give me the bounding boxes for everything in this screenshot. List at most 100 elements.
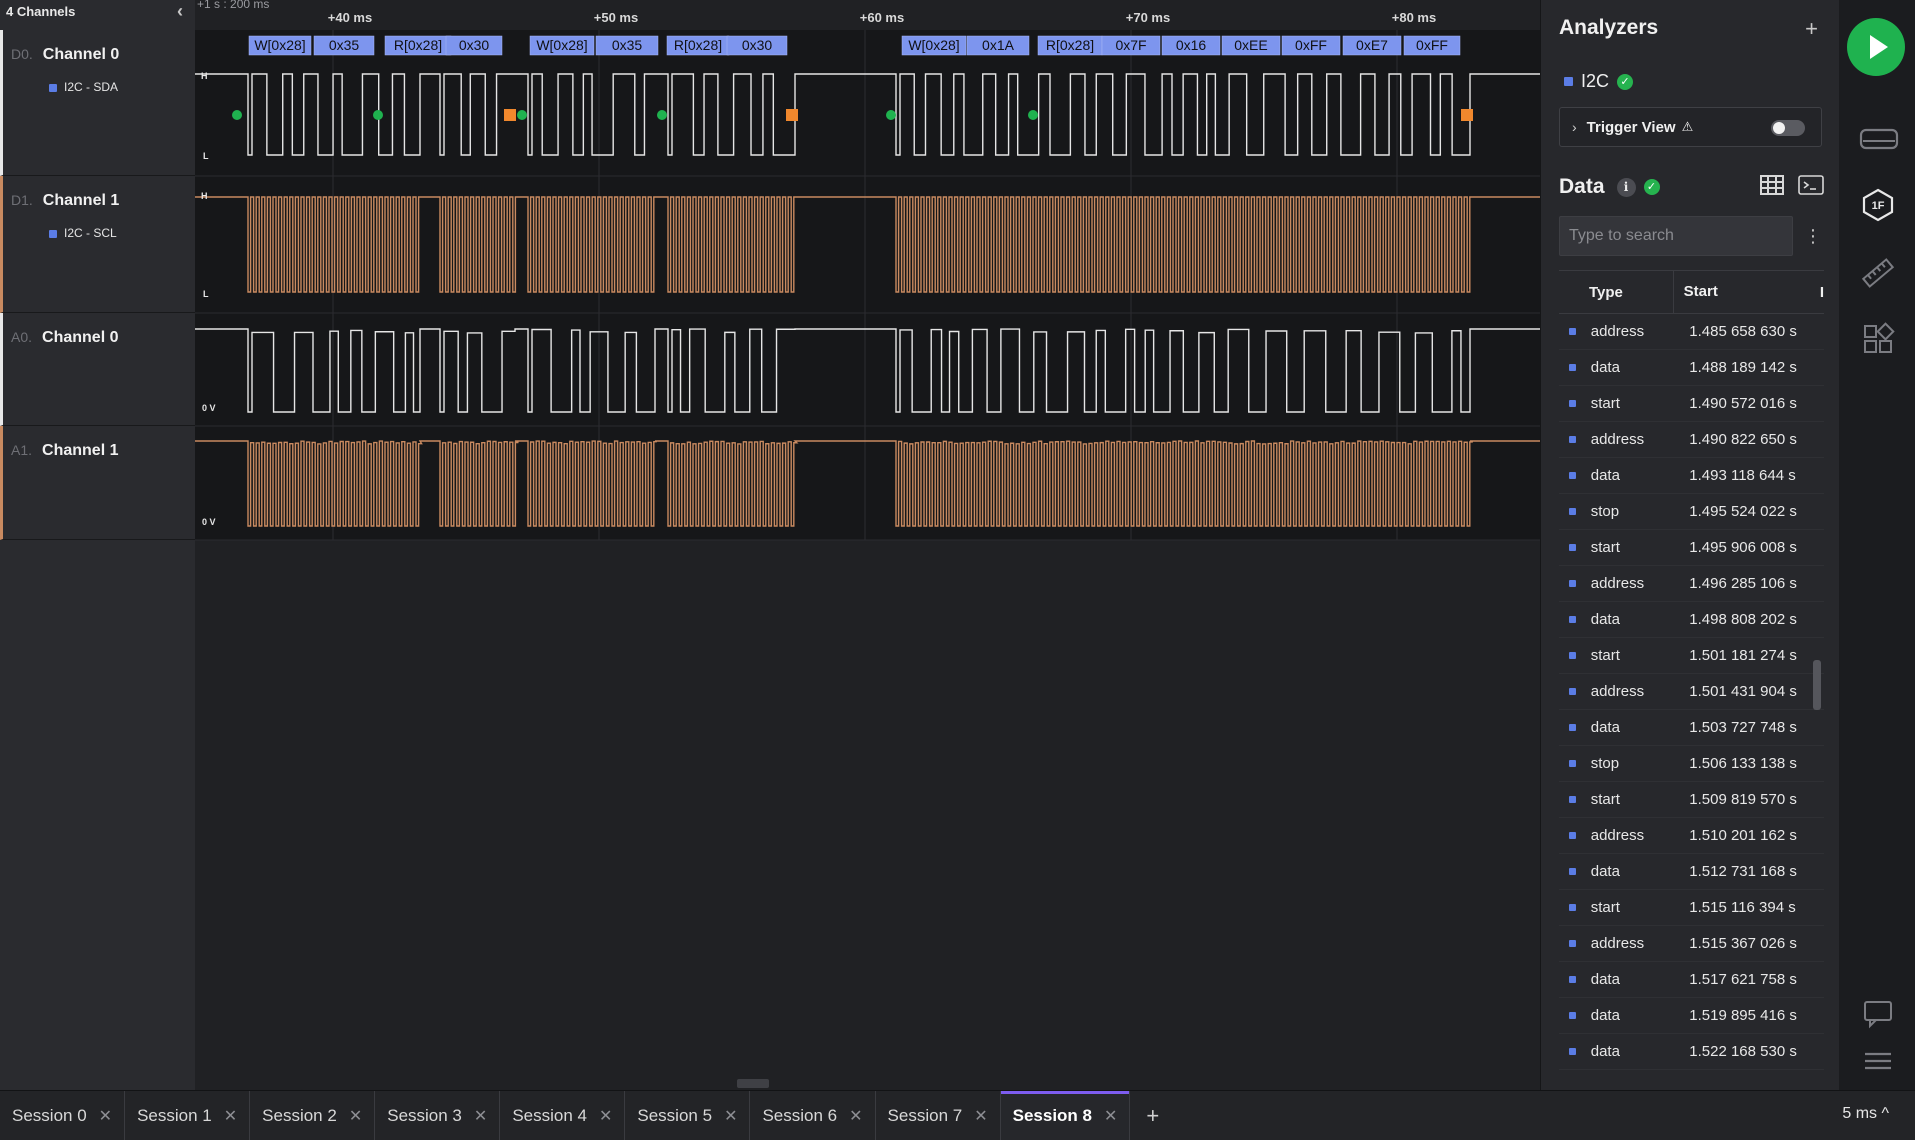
decode-bubble-label: 0x35 [612,37,643,53]
close-icon[interactable]: ✕ [349,1106,362,1126]
close-icon[interactable]: ✕ [974,1106,987,1126]
decode-bubble[interactable]: R[0x28] [666,35,730,56]
decode-bubble[interactable]: W[0x28] [529,35,595,56]
row-start: 1.506 133 138 s [1689,755,1797,772]
table-row[interactable]: data 1.493 118 644 s [1559,458,1824,494]
table-row[interactable]: address 1.515 367 026 s [1559,926,1824,962]
row-start: 1.490 572 016 s [1689,395,1797,412]
table-row[interactable]: address 1.490 822 650 s [1559,422,1824,458]
decode-bubble[interactable]: 0x1A [966,35,1030,56]
session-tab[interactable]: Session 4 ✕ [500,1091,626,1140]
decode-bubble[interactable]: 0x30 [445,35,503,56]
close-icon[interactable]: ✕ [99,1106,112,1126]
table-row[interactable]: address 1.496 285 106 s [1559,566,1824,602]
close-icon[interactable]: ✕ [724,1106,737,1126]
session-tab[interactable]: Session 1 ✕ [125,1091,251,1140]
session-tab[interactable]: Session 8 ✕ [1000,1091,1131,1140]
level-high-label-d0: H [201,71,208,81]
menu-icon[interactable] [1861,1044,1895,1078]
data-search-input[interactable] [1559,216,1793,256]
decode-bubble[interactable]: 0xFF [1281,35,1341,56]
waveform-view[interactable]: +1 s : 200 ms +40 ms +50 ms +60 ms +70 ms +8… [195,0,1540,1090]
table-row[interactable]: start 1.501 181 274 s [1559,638,1824,674]
close-icon[interactable]: ✕ [1104,1106,1117,1126]
analyzers-panel: Analyzers + I2C ✓ › Trigger View ⚠ Data … [1540,0,1840,1090]
horizontal-scrollbar-thumb[interactable] [737,1079,769,1088]
info-icon[interactable]: i [1616,177,1636,197]
decode-bubble[interactable]: 0x35 [595,35,659,56]
table-row[interactable]: data 1.522 168 530 s [1559,1034,1824,1070]
add-session-button[interactable]: + [1130,1103,1175,1129]
table-row[interactable]: data 1.519 895 416 s [1559,998,1824,1034]
decode-bubble[interactable]: W[0x28] [901,35,967,56]
session-tab[interactable]: Session 3 ✕ [375,1091,501,1140]
decode-bubble[interactable]: R[0x28] [1037,35,1103,56]
table-row[interactable]: data 1.503 727 748 s [1559,710,1824,746]
decode-bubble[interactable]: 0x16 [1161,35,1221,56]
add-analyzer-button[interactable]: + [1805,16,1818,42]
data-table-scrollbar-thumb[interactable] [1813,660,1821,710]
decode-bubble[interactable]: 0x7F [1101,35,1161,56]
table-row[interactable]: start 1.515 116 394 s [1559,890,1824,926]
feedback-chat-icon[interactable] [1861,996,1895,1030]
close-icon[interactable]: ✕ [599,1106,612,1126]
decode-bubble[interactable]: R[0x28] [384,35,452,56]
table-view-icon[interactable] [1760,174,1784,196]
start-capture-button[interactable] [1847,18,1905,76]
analyzer-item-i2c[interactable]: I2C ✓ [1564,71,1634,92]
row-start: 1.493 118 644 s [1689,467,1796,484]
session-tab[interactable]: Session 5 ✕ [625,1091,751,1140]
decode-bubble[interactable]: 0xFF [1403,35,1461,56]
waveform-canvas[interactable]: +1 s : 200 ms +40 ms +50 ms +60 ms +70 ms +8… [195,0,1540,1090]
column-header-start[interactable]: Start [1672,271,1814,313]
trigger-view-toggle[interactable] [1771,120,1805,136]
table-row[interactable]: start 1.495 906 008 s [1559,530,1824,566]
close-icon[interactable]: ✕ [849,1106,862,1126]
table-row[interactable]: stop 1.495 524 022 s [1559,494,1824,530]
row-start: 1.496 285 106 s [1689,575,1797,592]
analyzers-hexagon-icon[interactable]: 1F [1861,188,1895,222]
table-row[interactable]: data 1.517 621 758 s [1559,962,1824,998]
decode-bubble[interactable]: 0xEE [1221,35,1281,56]
decode-bubble[interactable]: 0x30 [726,35,788,56]
channel-row-a1[interactable]: A1. Channel 1 [0,426,195,540]
decode-bubble[interactable]: W[0x28] [248,35,312,56]
table-row[interactable]: start 1.509 819 570 s [1559,782,1824,818]
decode-bubble-label: 0x1A [982,37,1015,53]
close-icon[interactable]: ✕ [474,1106,487,1126]
terminal-view-icon[interactable] [1798,174,1824,196]
table-row[interactable]: data 1.512 731 168 s [1559,854,1824,890]
chevron-right-icon[interactable]: › [1572,119,1577,135]
close-icon[interactable]: ✕ [224,1106,237,1126]
row-start: 1.515 367 026 s [1689,935,1797,952]
check-icon: ✓ [1617,73,1634,90]
table-row[interactable]: data 1.488 189 142 s [1559,350,1824,386]
zoom-level-selector[interactable]: 5 ms ^ [1842,1105,1889,1123]
table-row[interactable]: start 1.490 572 016 s [1559,386,1824,422]
decode-bubble[interactable]: 0x35 [313,35,375,56]
table-row[interactable]: data 1.498 808 202 s [1559,602,1824,638]
collapse-chevron-icon[interactable]: ‹ [171,1,189,22]
trigger-view-row[interactable]: › Trigger View ⚠ [1559,107,1822,147]
table-row[interactable]: address 1.485 658 630 s [1559,314,1824,350]
more-options-icon[interactable]: ⋮ [1804,226,1822,247]
session-tab-label: Session 4 [512,1105,587,1125]
table-row[interactable]: address 1.510 201 162 s [1559,818,1824,854]
column-header-more[interactable]: I [1820,284,1824,301]
session-tab[interactable]: Session 7 ✕ [876,1091,1001,1140]
table-row[interactable]: address 1.501 431 904 s [1559,674,1824,710]
table-row[interactable]: stop 1.506 133 138 s [1559,746,1824,782]
device-icon[interactable] [1859,122,1899,156]
decode-bubble-label: R[0x28] [674,37,722,53]
channel-row-d0[interactable]: D0. Channel 0 I2C - SDA [0,30,195,176]
channel-row-d1[interactable]: D1. Channel 1 I2C - SCL [0,176,195,313]
column-header-type[interactable]: Type [1589,284,1673,301]
i2c-start-marker [657,110,667,120]
ruler-icon[interactable] [1861,256,1895,290]
channel-row-a0[interactable]: A0. Channel 0 [0,313,195,426]
session-tab[interactable]: Session 2 ✕ [250,1091,376,1140]
session-tab[interactable]: Session 0 ✕ [0,1091,126,1140]
session-tab[interactable]: Session 6 ✕ [750,1091,876,1140]
extensions-icon[interactable] [1861,322,1895,356]
decode-bubble[interactable]: 0xE7 [1342,35,1402,56]
